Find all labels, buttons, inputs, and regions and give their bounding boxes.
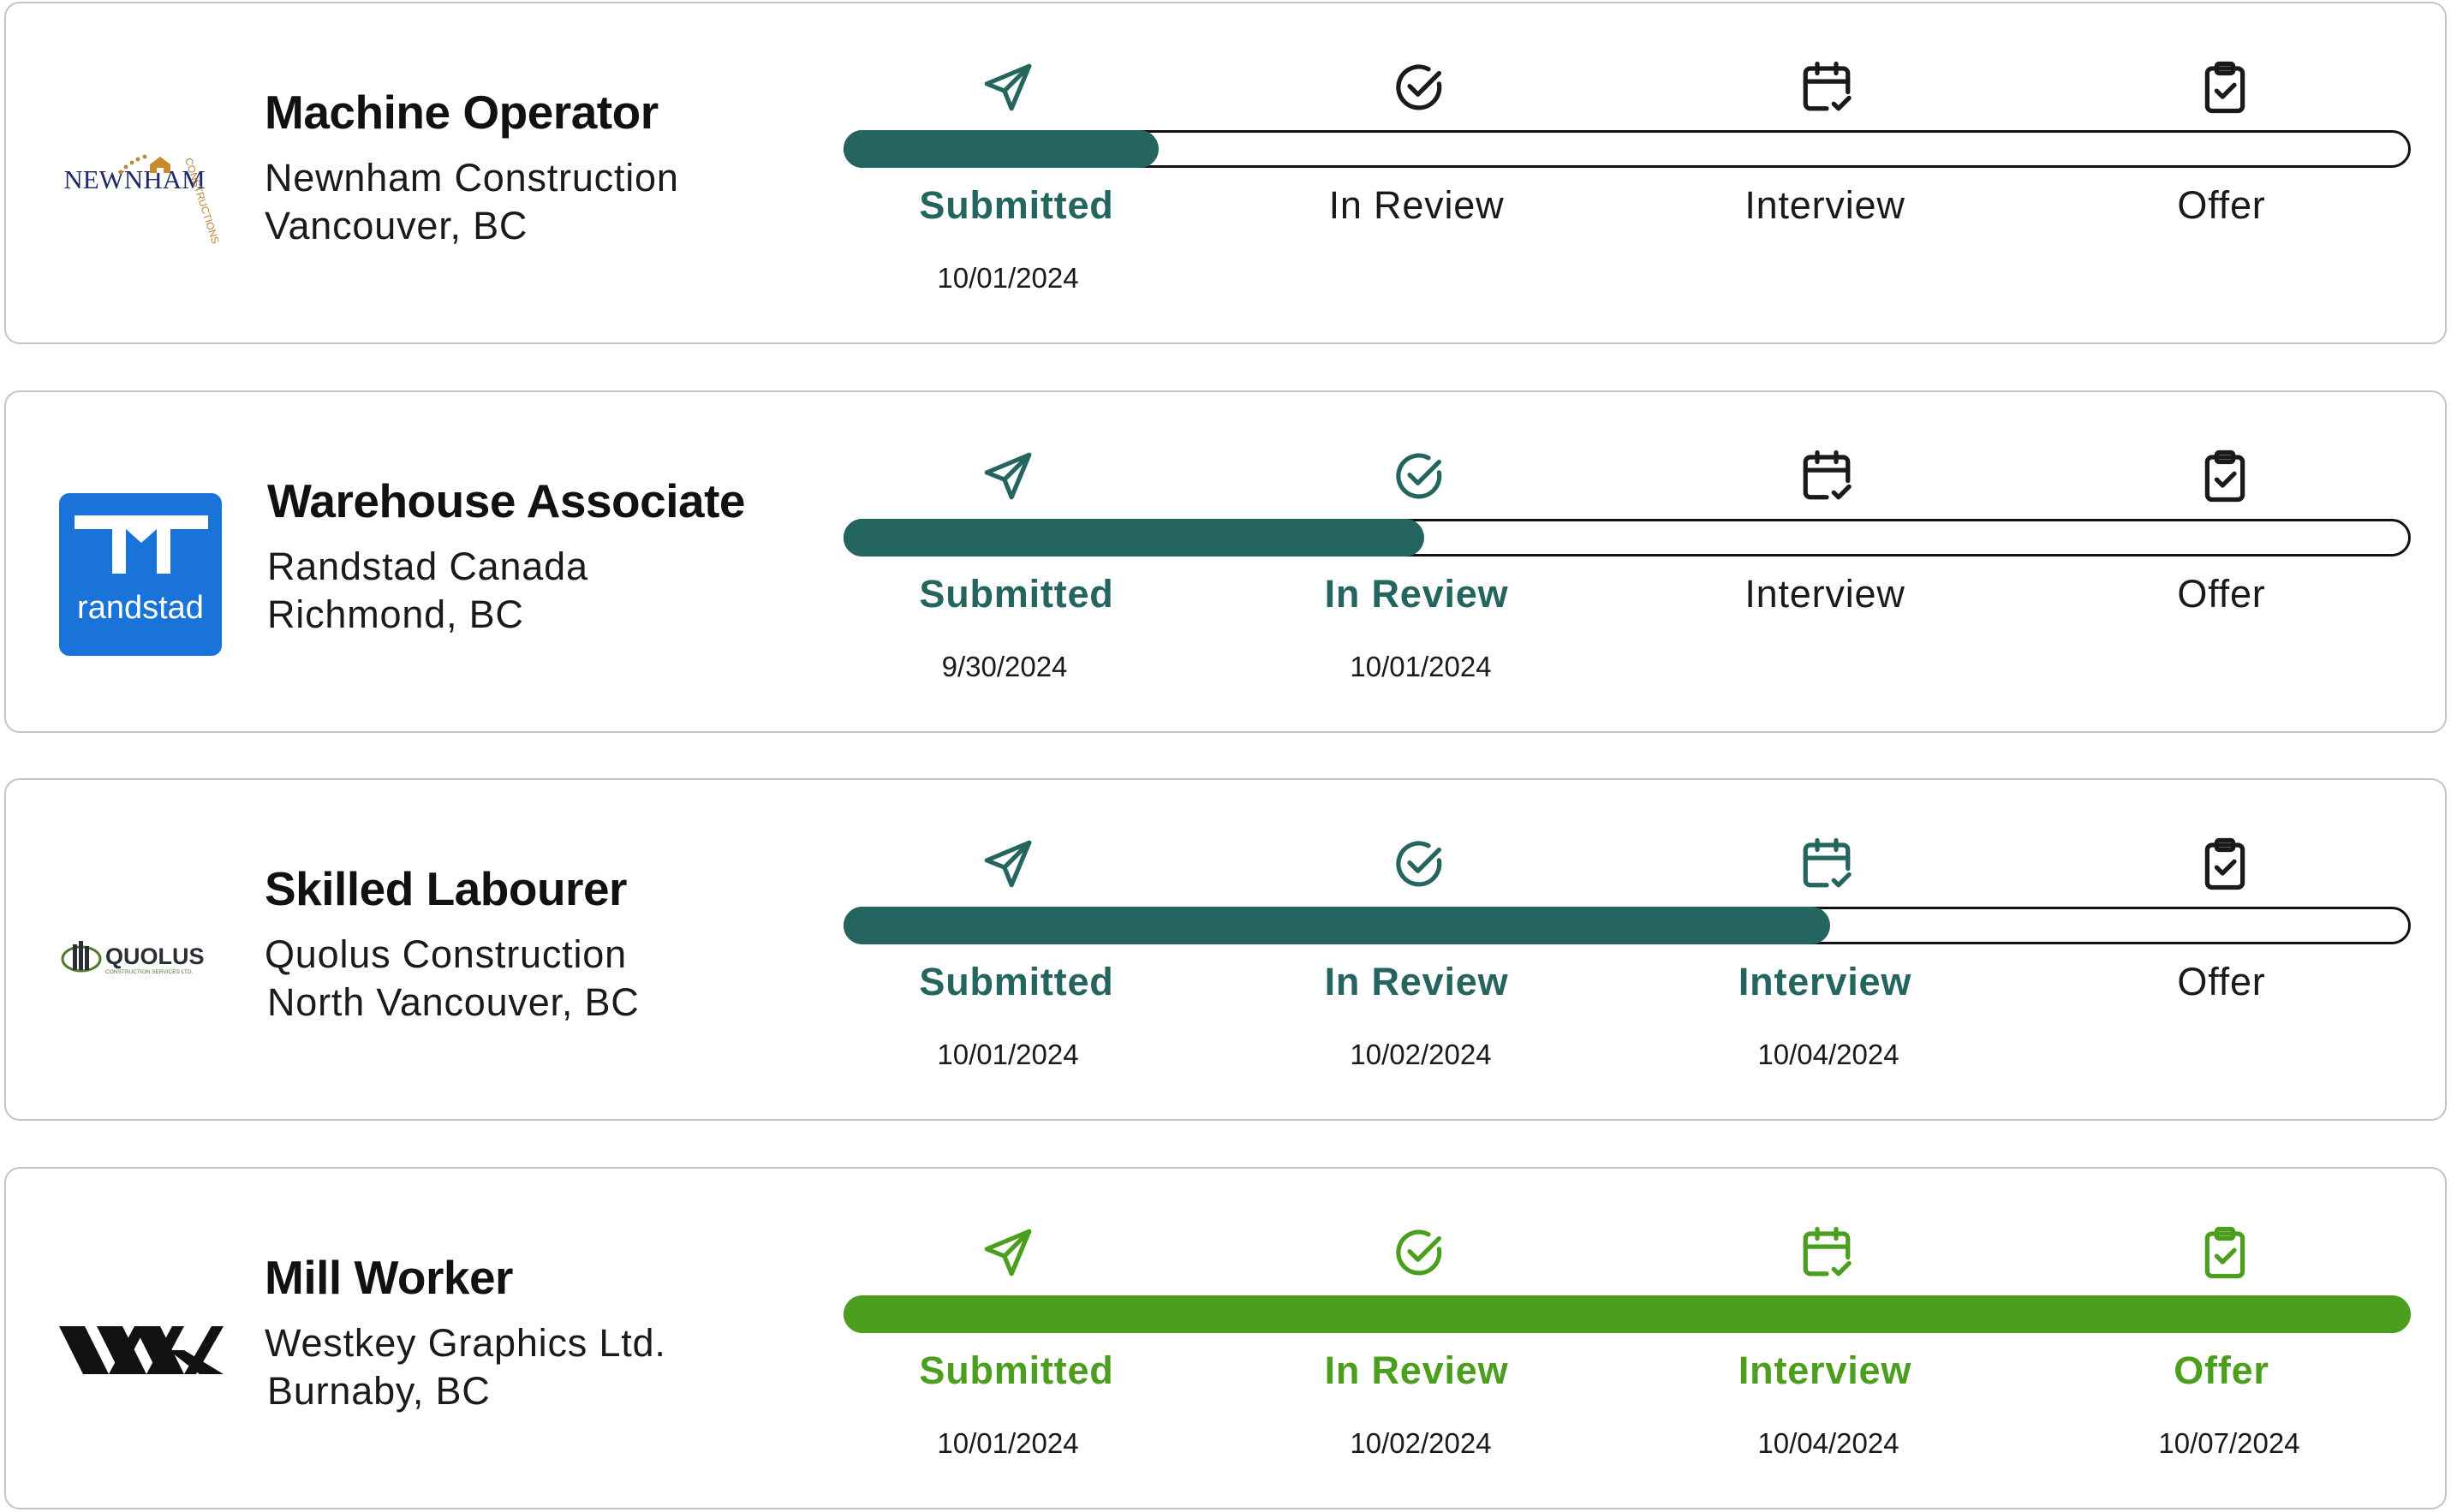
stage-date-submitted: 10/01/2024 [937, 262, 1079, 294]
clipboard-check-icon [2197, 836, 2253, 892]
stage-label-interview: Interview [1738, 960, 1912, 1003]
stage-date-interview: 10/04/2024 [1757, 1427, 1899, 1459]
job-location: Burnaby, BC [267, 1369, 491, 1413]
application-card[interactable]: Mill Worker Westkey Graphics Ltd. Burnab… [4, 1167, 2447, 1509]
progress-fill [844, 130, 1159, 168]
svg-text:NEWNHAM: NEWNHAM [63, 164, 205, 194]
clipboard-check-icon [2197, 1224, 2253, 1281]
check-circle-icon [1391, 59, 1447, 116]
svg-text:CONSTRUCTION SERVICES LTD.: CONSTRUCTION SERVICES LTD. [105, 969, 194, 975]
stage-date-submitted: 9/30/2024 [941, 651, 1068, 682]
svg-text:QUOLUS: QUOLUS [105, 944, 205, 969]
stage-label-in-review: In Review [1328, 183, 1505, 227]
stage-label-submitted: Submitted [919, 572, 1114, 616]
stage-label-in-review: In Review [1324, 572, 1509, 616]
stage-label-offer: Offer [2177, 960, 2266, 1003]
application-card[interactable]: randstad Warehouse Associate Randstad Ca… [4, 390, 2447, 733]
newnham-logo: NEWNHAM CONSTRUCTIONS [56, 99, 227, 271]
stage-label-submitted: Submitted [919, 183, 1114, 227]
stage-label-offer: Offer [2174, 1348, 2269, 1392]
job-location: Richmond, BC [267, 592, 524, 636]
stage-label-in-review: In Review [1324, 1348, 1509, 1392]
progress-track [844, 130, 2411, 168]
stage-date-in-review: 10/02/2024 [1350, 1039, 1492, 1070]
stage-date-in-review: 10/01/2024 [1350, 651, 1492, 682]
svg-text:randstad: randstad [77, 590, 204, 626]
calendar-check-icon [1798, 836, 1855, 892]
stage-date-offer: 10/07/2024 [2158, 1427, 2300, 1459]
stage-label-in-review: In Review [1324, 960, 1509, 1003]
job-title[interactable]: Warehouse Associate [267, 473, 746, 528]
stage-label-interview: Interview [1738, 1348, 1912, 1392]
stage-date-interview: 10/04/2024 [1757, 1039, 1899, 1070]
stage-label-offer: Offer [2177, 183, 2266, 227]
randstad-logo: randstad [56, 488, 227, 659]
paper-plane-icon [980, 59, 1036, 116]
check-circle-icon [1391, 448, 1447, 504]
clipboard-check-icon [2197, 59, 2253, 116]
progress-fill [844, 1295, 2411, 1333]
quolus-logo: QUOLUS CONSTRUCTION SERVICES LTD. [56, 876, 227, 1047]
job-location: North Vancouver, BC [267, 980, 640, 1024]
stage-label-offer: Offer [2177, 572, 2266, 616]
calendar-check-icon [1798, 1224, 1855, 1281]
company-name: Randstad Canada [267, 545, 588, 588]
paper-plane-icon [980, 1224, 1036, 1281]
stage-date-in-review: 10/02/2024 [1350, 1427, 1492, 1459]
job-title[interactable]: Mill Worker [265, 1250, 513, 1305]
check-circle-icon [1391, 1224, 1447, 1281]
stage-date-submitted: 10/01/2024 [937, 1427, 1079, 1459]
stage-label-submitted: Submitted [919, 960, 1114, 1003]
application-card[interactable]: NEWNHAM CONSTRUCTIONS Machine Operator N… [4, 2, 2447, 344]
stage-label-submitted: Submitted [919, 1348, 1114, 1392]
stage-date-submitted: 10/01/2024 [937, 1039, 1079, 1070]
progress-track [844, 519, 2411, 557]
westkey-logo [56, 1265, 227, 1436]
paper-plane-icon [980, 836, 1036, 892]
stage-label-interview: Interview [1744, 183, 1905, 227]
calendar-check-icon [1798, 59, 1855, 116]
stage-label-interview: Interview [1744, 572, 1905, 616]
company-name: Westkey Graphics Ltd. [265, 1321, 666, 1365]
job-title[interactable]: Machine Operator [265, 85, 659, 140]
job-location: Vancouver, BC [265, 204, 528, 247]
progress-fill [844, 907, 1831, 944]
progress-track [844, 907, 2411, 944]
progress-fill [844, 519, 1424, 557]
job-title[interactable]: Skilled Labourer [265, 861, 627, 916]
company-name: Quolus Construction [265, 932, 627, 976]
paper-plane-icon [980, 448, 1036, 504]
clipboard-check-icon [2197, 448, 2253, 504]
company-name: Newnham Construction [265, 156, 679, 199]
calendar-check-icon [1798, 448, 1855, 504]
check-circle-icon [1391, 836, 1447, 892]
progress-track [844, 1295, 2411, 1333]
application-card[interactable]: QUOLUS CONSTRUCTION SERVICES LTD. Skille… [4, 778, 2447, 1121]
